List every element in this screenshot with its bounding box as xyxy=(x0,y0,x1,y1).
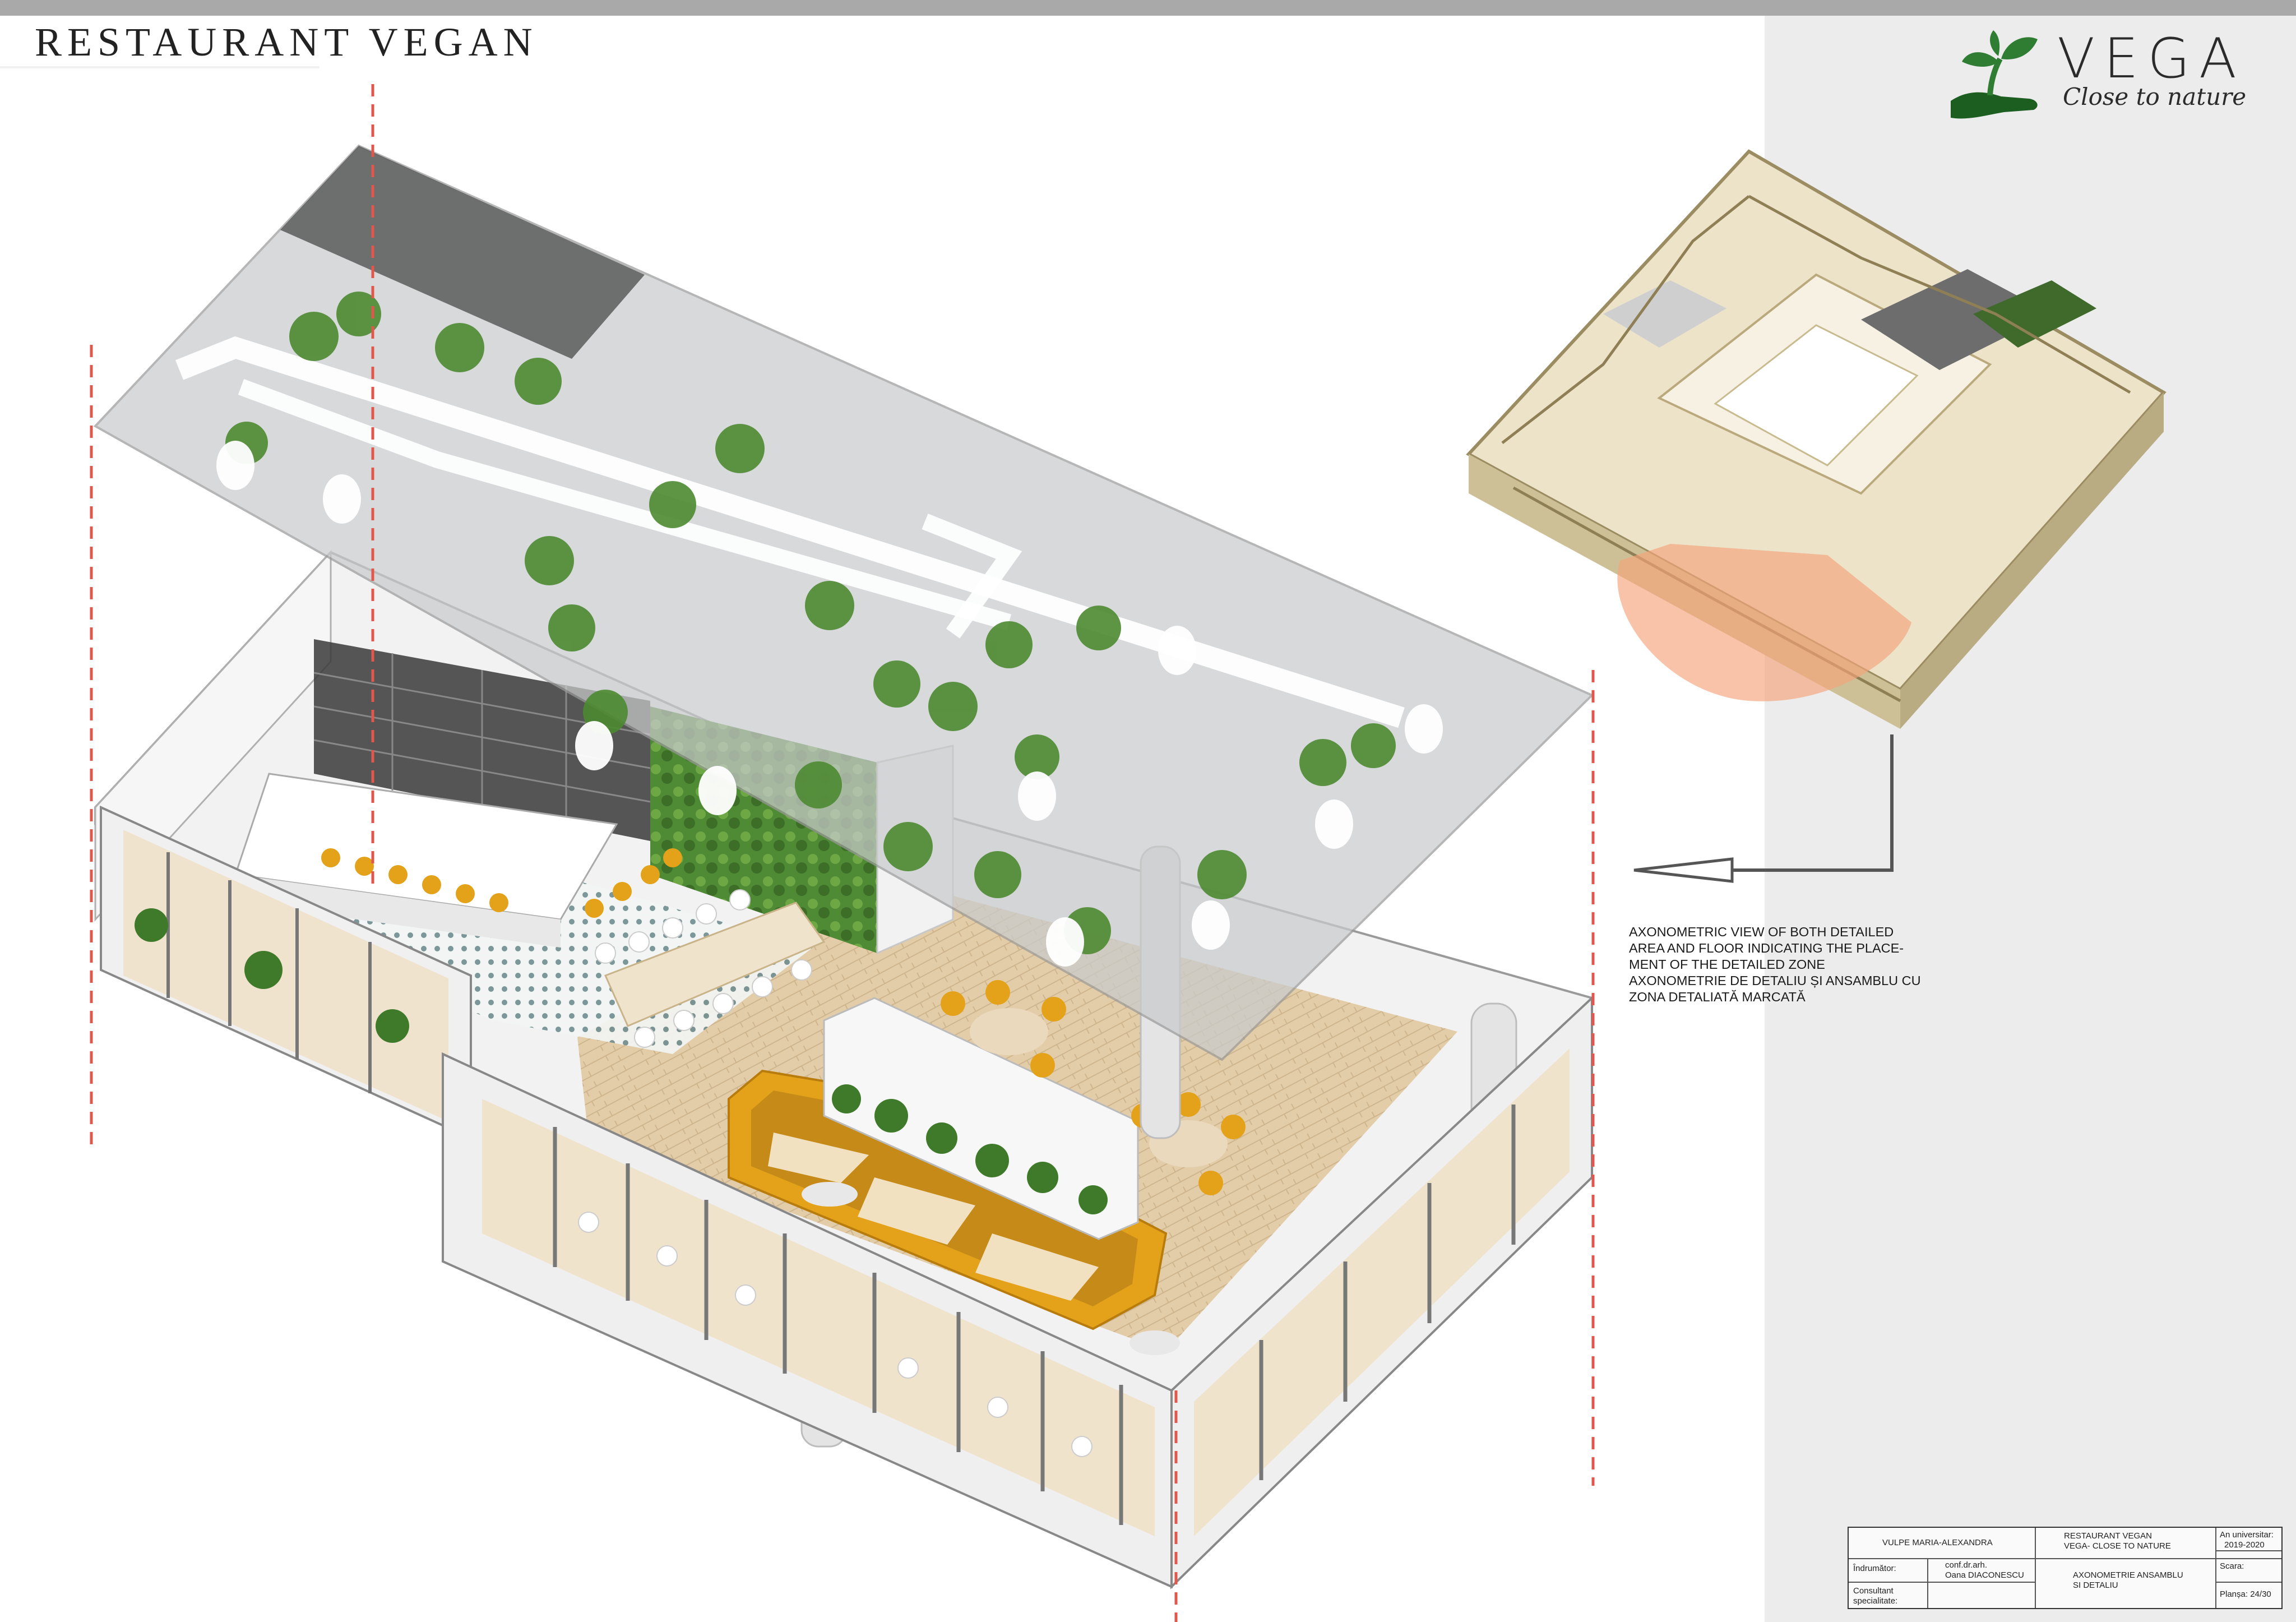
tb-sheet-title-line1: AXONOMETRIE ANSAMBLU xyxy=(2073,1570,2183,1580)
tb-consultant-label-2: specialitate: xyxy=(1853,1596,1898,1606)
tb-year-value: 2019-2020 xyxy=(2224,1540,2265,1550)
tb-author: VULPE MARIA-ALEXANDRA xyxy=(1882,1538,1993,1547)
tb-consultant-label: Consultant xyxy=(1853,1586,1894,1596)
title-block: VULPE MARIA-ALEXANDRA RESTAURANT VEGAN V… xyxy=(1848,1527,2283,1609)
tb-divider xyxy=(2035,1528,2036,1608)
tb-tutor-name: Oana DIACONESCU xyxy=(1945,1570,2024,1580)
tb-sheet-value: 24/30 xyxy=(2250,1589,2271,1599)
tb-project-line1: RESTAURANT VEGAN xyxy=(2064,1531,2152,1541)
caption-line: AXONOMETRIC VIEW OF BOTH DETAILED xyxy=(1629,925,1894,939)
tb-divider xyxy=(2215,1550,2281,1551)
tb-divider xyxy=(1927,1558,1928,1608)
drawing-caption: AXONOMETRIC VIEW OF BOTH DETAILED AREA A… xyxy=(1629,924,1943,1005)
tb-sheet-label: Planșa: xyxy=(2220,1589,2248,1599)
caption-line: AREA AND FLOOR INDICATING THE PLACE- xyxy=(1629,941,1904,955)
tb-divider xyxy=(2215,1528,2216,1608)
tb-tutor-title: conf.dr.arh. xyxy=(1945,1560,1988,1570)
caption-line: ZONA DETALIATĂ MARCATĂ xyxy=(1629,990,1806,1004)
pointer-arrow xyxy=(1633,734,1894,883)
tb-tutor-label: Îndrumător: xyxy=(1853,1564,1896,1573)
tb-sheet-number: Planșa: 24/30 xyxy=(2220,1589,2271,1599)
vega-logo-icon xyxy=(1951,30,2038,119)
tb-divider xyxy=(2215,1582,2281,1583)
logo-wordmark: VEGA xyxy=(2057,27,2246,91)
floor-axonometric xyxy=(1466,149,2167,729)
tb-year-label: An universitar: xyxy=(2220,1530,2274,1540)
tb-scale-label: Scara: xyxy=(2220,1561,2244,1571)
logo-tagline: Close to nature xyxy=(2063,83,2247,110)
tb-divider xyxy=(1849,1558,2281,1559)
tb-project-line2: VEGA- CLOSE TO NATURE xyxy=(2064,1541,2171,1551)
main-axonometric-drawing xyxy=(90,84,1595,1622)
tb-sheet-title-line2: SI DETALIU xyxy=(2073,1581,2118,1590)
caption-line: AXONOMETRIE DE DETALIU ȘI ANSAMBLU CU xyxy=(1629,973,1921,988)
tb-divider xyxy=(1849,1582,2035,1583)
caption-line: MENT OF THE DETAILED ZONE xyxy=(1629,957,1825,972)
